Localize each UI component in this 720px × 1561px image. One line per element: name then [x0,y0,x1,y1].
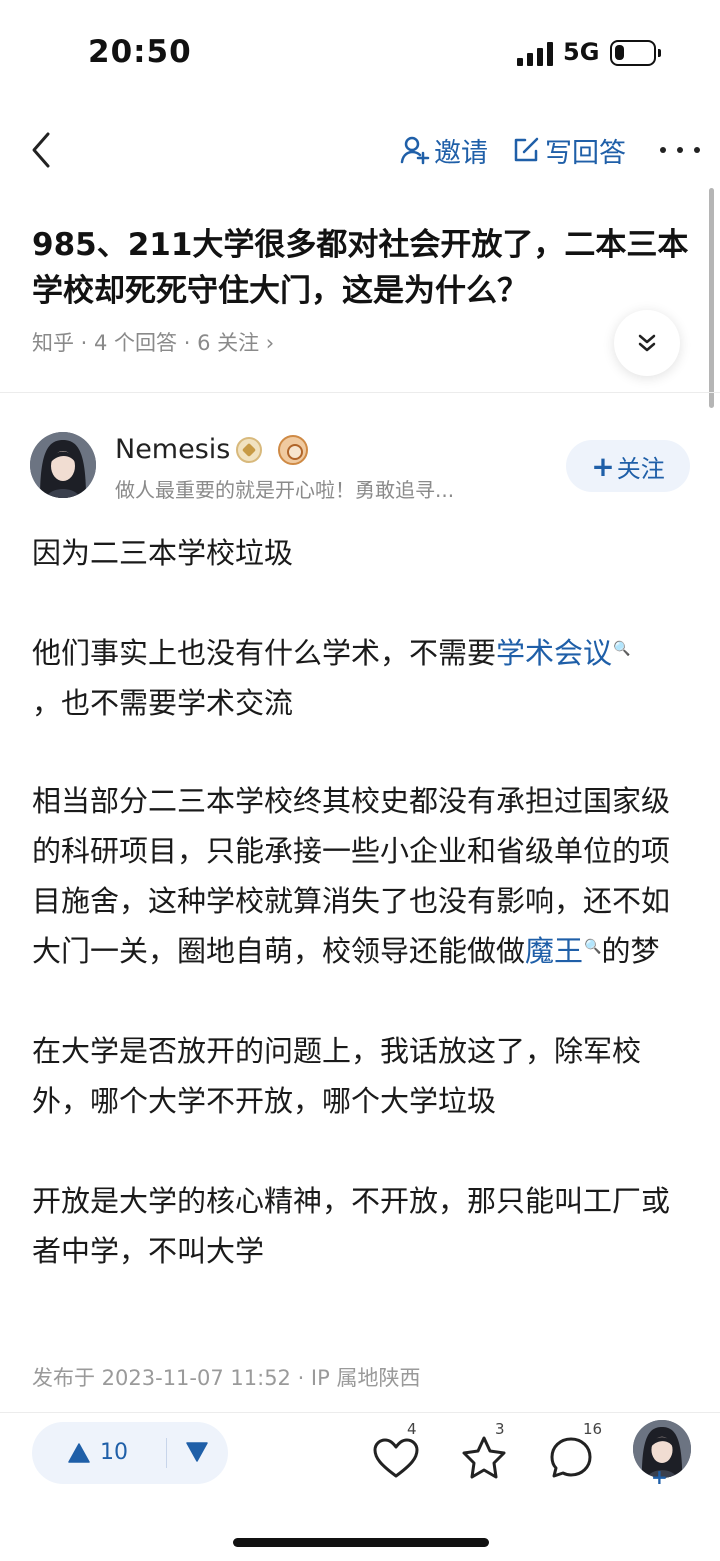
search-link[interactable]: 魔王🔍 [525,934,601,968]
chevron-left-icon [32,132,50,168]
search-link[interactable]: 学术会议🔍 [496,636,630,670]
write-answer-label: 写回答 [545,137,626,169]
write-answer-button[interactable]: 写回答 [511,128,626,172]
answer-paragraph: 开放是大学的核心精神，不开放，那只能叫工厂或者中学，不叫大学 [32,1184,671,1268]
question-title[interactable]: 985、211大学很多都对社会开放了，二本三本学校却死死守住大门，这是为什么？ [32,222,692,314]
search-icon: 🔍 [613,641,631,657]
comment-button[interactable] [546,1434,596,1484]
follow-label: 关注 [616,454,665,483]
vote-group: 10 [32,1422,228,1484]
publish-info: 发布于 2023-11-07 11:52 · IP 属地陕西 [32,1366,421,1390]
back-button[interactable] [26,128,66,172]
edit-icon [514,137,539,162]
collapse-button[interactable] [614,310,680,376]
nav-bar: 邀请 写回答 [0,120,720,180]
answer-body: 因为二三本学校垃圾 他们事实上也没有什么学术，不需要学术会议🔍 ，也不需要学术交流… [32,528,692,1326]
upvote-count: 10 [100,1440,128,1465]
author-bio: 做人最重要的就是开心啦！勇敢追寻... [115,478,455,502]
invite-button[interactable]: 邀请 [400,128,488,172]
upvote-button[interactable]: 10 [68,1440,128,1465]
favorite-button[interactable] [459,1434,509,1484]
scrollbar[interactable] [709,188,714,408]
battery-icon [610,40,661,66]
question-meta[interactable]: 知乎 · 4 个回答 · 6 关注 › [32,327,274,357]
triangle-down-icon [186,1442,208,1462]
signal-icon [517,42,553,66]
author-name[interactable]: Nemesis [115,434,230,465]
favorite-count: 3 [495,1420,505,1438]
avatar-image [30,432,96,498]
like-button[interactable] [371,1434,421,1484]
author-avatar[interactable] [30,432,96,498]
crown-badge-icon[interactable] [236,437,262,463]
battery-fill [615,45,624,60]
plus-icon: + [591,449,615,483]
star-icon [462,1436,506,1479]
follow-button[interactable]: + 关注 [566,440,690,492]
status-bar: 20:50 5G [0,0,720,100]
vote-separator [166,1438,167,1468]
divider [0,392,720,393]
answer-paragraph: 他们事实上也没有什么学术，不需要学术会议🔍 ，也不需要学术交流 [32,628,692,728]
triangle-up-icon [68,1442,90,1463]
like-count: 4 [407,1420,417,1438]
ellipsis-icon[interactable] [660,132,700,168]
comment-count: 16 [583,1420,603,1438]
status-time: 20:50 [88,34,192,70]
answer-paragraph: 因为二三本学校垃圾 [32,536,294,570]
person-add-icon [400,136,430,165]
downvote-button[interactable] [186,1442,208,1466]
home-indicator[interactable] [233,1538,489,1547]
answer-paragraph: 在大学是否放开的问题上，我话放这了，除军校外，哪个大学不开放，哪个大学垃圾 [32,1034,642,1118]
invite-label: 邀请 [434,137,488,169]
heart-icon [373,1438,419,1478]
answer-paragraph: 相当部分二三本学校终其校史都没有承担过国家级的科研项目，只能承接一些小企业和省级… [32,776,692,976]
network-type: 5G [563,38,600,66]
comment-icon [550,1437,592,1478]
double-chevron-down-icon [638,334,656,352]
divider [0,1412,720,1413]
eye-badge-icon[interactable] [278,435,308,465]
search-icon: 🔍 [584,939,602,955]
follow-plus-icon[interactable]: + [651,1465,668,1489]
